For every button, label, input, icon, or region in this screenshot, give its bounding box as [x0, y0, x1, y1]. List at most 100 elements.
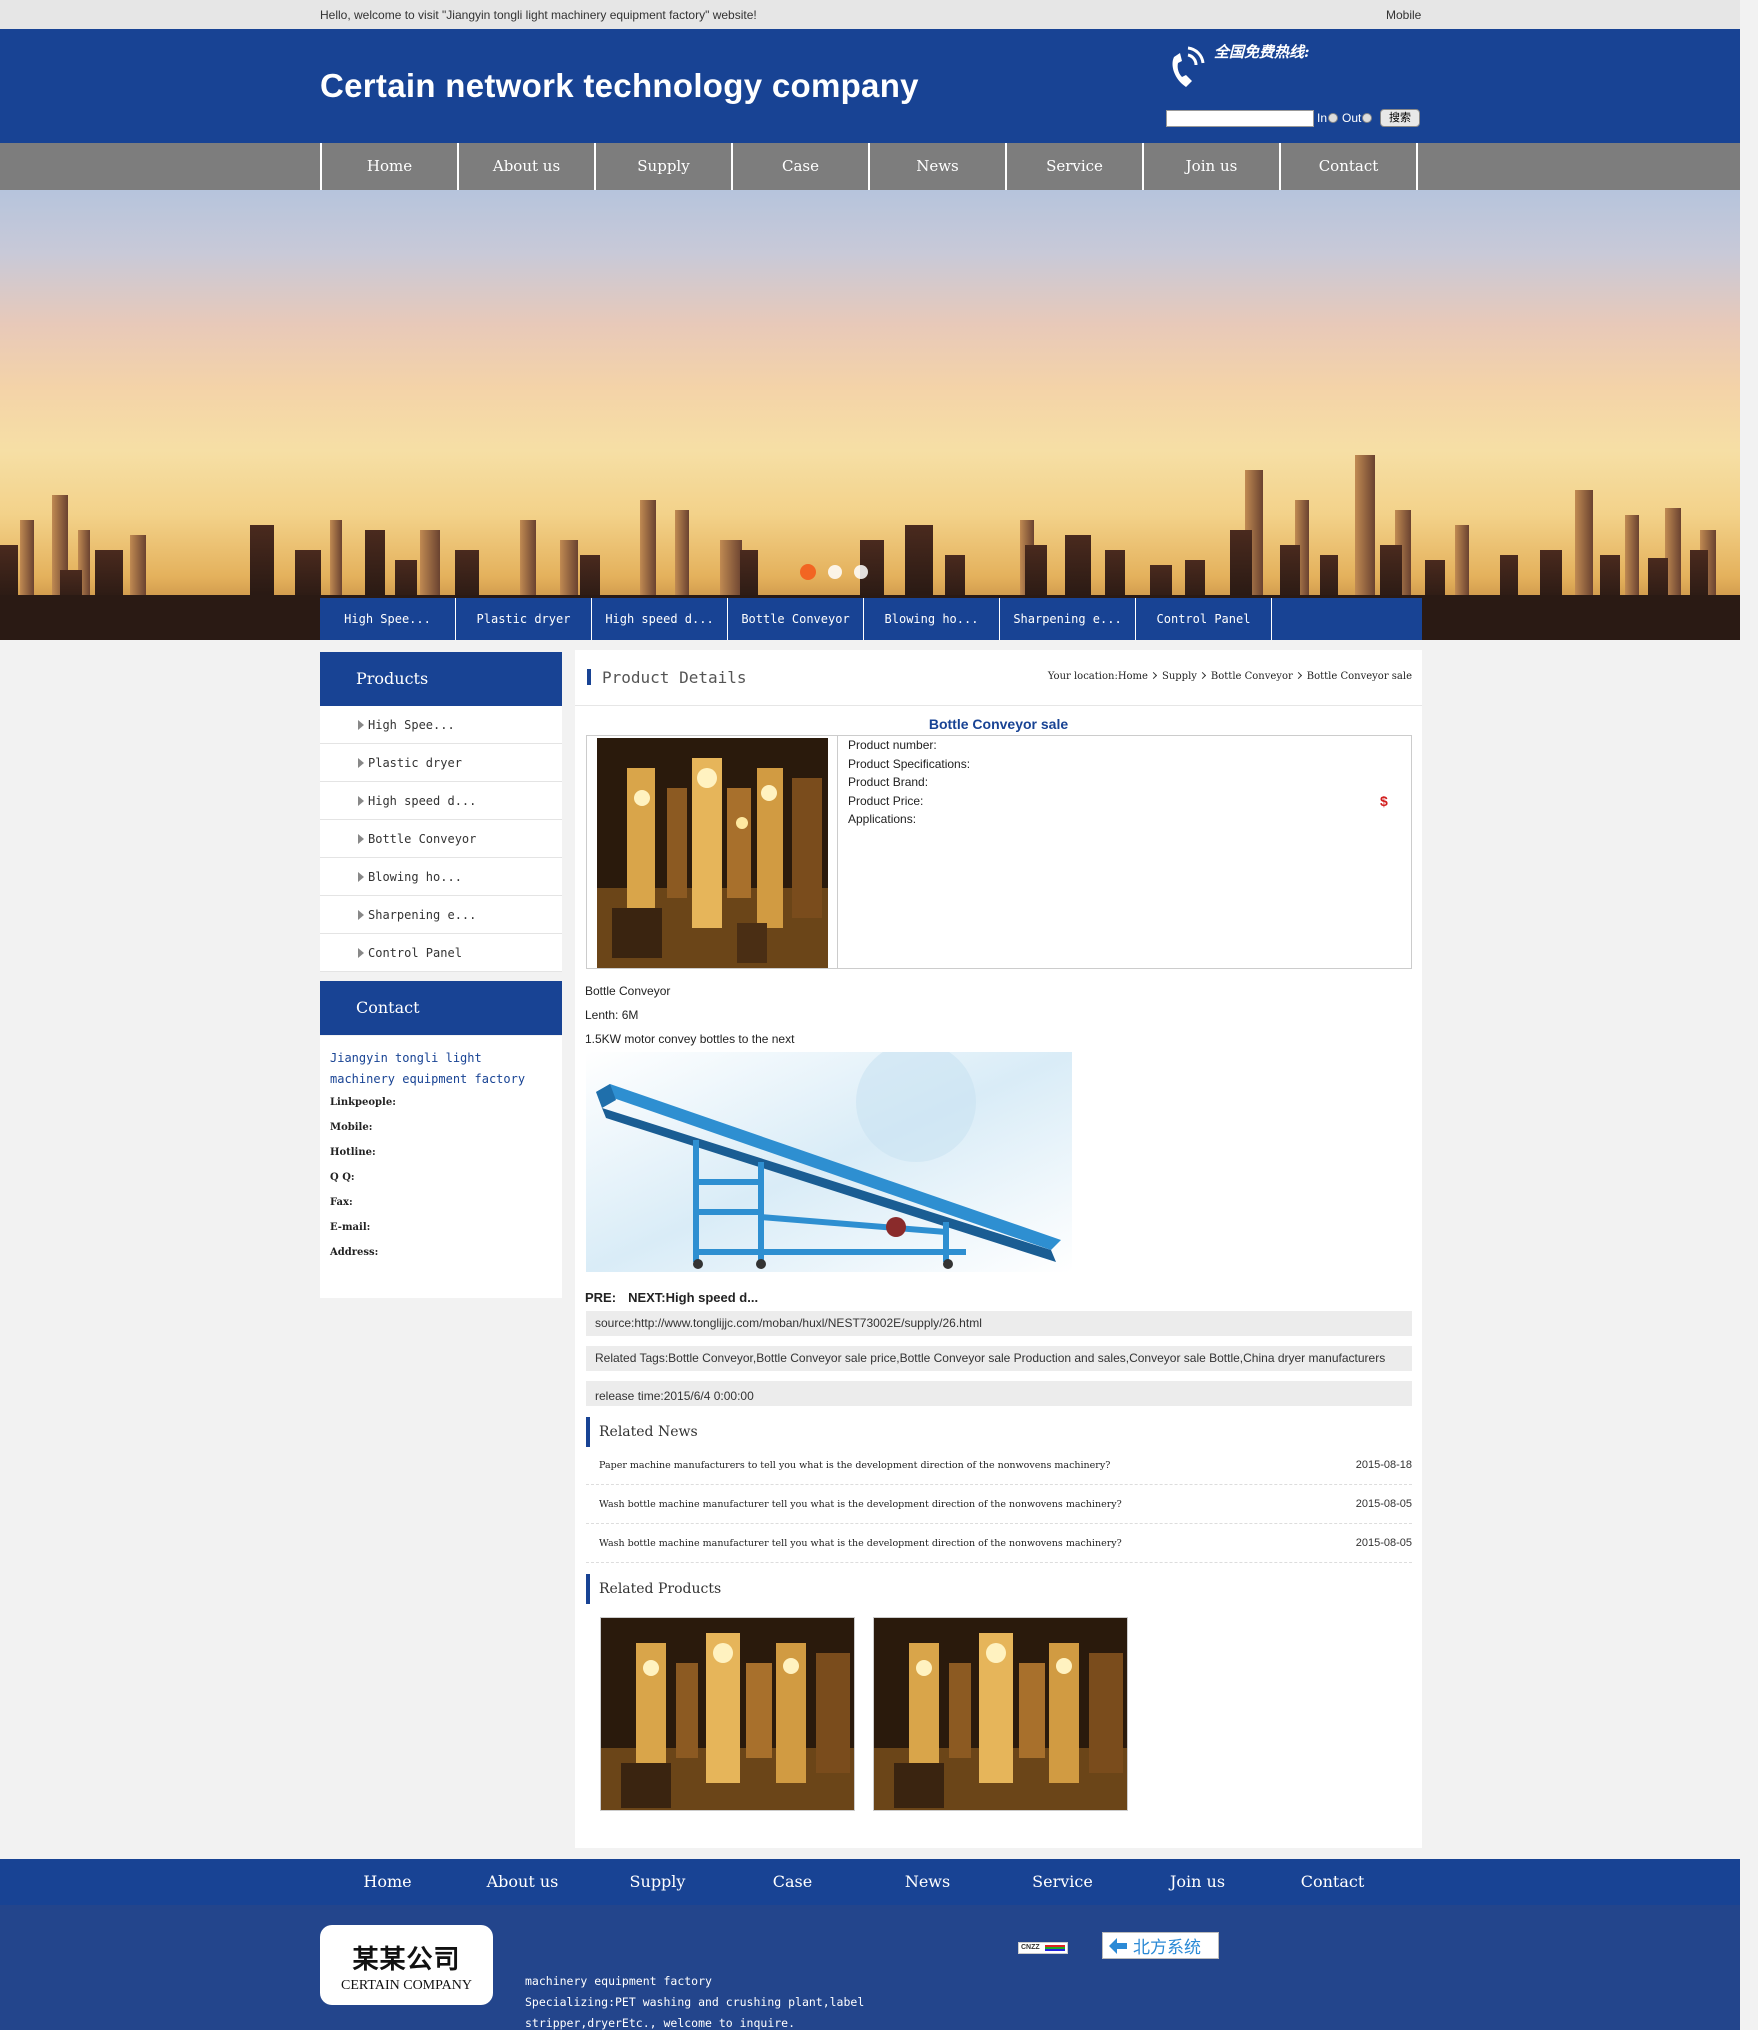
section-header: Product Details Your location:Home Supply…	[575, 650, 1422, 706]
footer-nav: Home About us Supply Case News Service J…	[0, 1859, 1740, 1905]
nav-service[interactable]: Service	[1007, 143, 1144, 190]
list-item[interactable]: Wash bottle machine manufacturer tell yo…	[586, 1485, 1412, 1524]
footer-nav-supply[interactable]: Supply	[590, 1859, 725, 1905]
related-product-image[interactable]	[873, 1617, 1128, 1811]
sidebar-item[interactable]: Plastic dryer	[320, 744, 562, 782]
slider-dot-2[interactable]	[828, 565, 842, 579]
main-nav: Home About us Supply Case News Service J…	[0, 143, 1740, 190]
chevron-right-icon	[1294, 671, 1302, 680]
contact-heading: Contact	[320, 981, 562, 1035]
category-tab[interactable]: High speed d...	[592, 598, 728, 640]
nav-supply[interactable]: Supply	[596, 143, 733, 190]
chevron-right-icon	[1149, 671, 1158, 680]
tags-bar: Related Tags:Bottle Conveyor,Bottle Conv…	[586, 1346, 1412, 1371]
page-title: Product Details	[602, 668, 747, 687]
news-title[interactable]: Wash bottle machine manufacturer tell yo…	[599, 1499, 1122, 1510]
site-logo-text[interactable]: Certain network technology company	[320, 67, 919, 105]
arrow-right-icon	[358, 948, 364, 958]
footer-nav-news[interactable]: News	[860, 1859, 995, 1905]
radio-out[interactable]	[1362, 113, 1373, 123]
arrow-logo-icon	[1109, 1937, 1127, 1954]
contact-hotline: Hotline:	[330, 1147, 376, 1158]
category-tab[interactable]: Blowing ho...	[864, 598, 1000, 640]
system-badge[interactable]: 北方系统	[1102, 1932, 1219, 1959]
radio-in[interactable]	[1328, 113, 1339, 123]
news-title[interactable]: Wash bottle machine manufacturer tell yo…	[599, 1538, 1122, 1549]
nav-home[interactable]: Home	[322, 143, 459, 190]
sidebar-item[interactable]: High speed d...	[320, 782, 562, 820]
top-bar: Hello, welcome to visit "Jiangyin tongli…	[0, 0, 1740, 29]
site-footer: 某某公司 CERTAIN COMPANY machinery equipment…	[0, 1905, 1740, 2030]
sidebar-item[interactable]: High Spee...	[320, 706, 562, 744]
footer-nav-case[interactable]: Case	[725, 1859, 860, 1905]
footer-line: machinery equipment factory	[525, 1974, 712, 1988]
description-line: 1.5KW motor convey bottles to the next	[585, 1032, 795, 1046]
news-date: 2015-08-05	[1355, 1498, 1412, 1510]
footer-nav-home[interactable]: Home	[320, 1859, 455, 1905]
contact-address: Address:	[330, 1247, 379, 1258]
slider-dot-1[interactable]	[800, 564, 816, 580]
news-title[interactable]: Paper machine manufacturers to tell you …	[599, 1460, 1110, 1471]
product-title: Bottle Conveyor sale	[928, 716, 1069, 732]
product-fields: Product number: Product Specifications: …	[848, 736, 970, 829]
arrow-right-icon	[358, 910, 364, 920]
divider	[837, 736, 838, 968]
sidebar-item[interactable]: Sharpening e...	[320, 896, 562, 934]
arrow-right-icon	[358, 720, 364, 730]
mobile-link[interactable]: Mobile	[1386, 8, 1421, 22]
contact-mobile: Mobile:	[330, 1122, 373, 1133]
category-bar: High Spee... Plastic dryer High speed d.…	[320, 598, 1422, 640]
category-tab[interactable]: Sharpening e...	[1000, 598, 1136, 640]
nav-news[interactable]: News	[870, 143, 1007, 190]
radio-out-label: Out	[1342, 111, 1362, 125]
description-line: Lenth: 6M	[585, 1008, 639, 1022]
arrow-right-icon	[358, 872, 364, 882]
product-applications-label: Applications:	[848, 812, 917, 826]
search-button[interactable]: 搜索	[1380, 109, 1420, 127]
nav-join[interactable]: Join us	[1144, 143, 1281, 190]
search-scope: In Out	[1317, 111, 1376, 125]
search-input[interactable]	[1166, 110, 1314, 127]
category-tab[interactable]: Plastic dryer	[456, 598, 592, 640]
footer-nav-contact[interactable]: Contact	[1265, 1859, 1400, 1905]
category-tab[interactable]: Control Panel	[1136, 598, 1272, 640]
category-tab[interactable]: High Spee...	[320, 598, 456, 640]
breadcrumb-item[interactable]: Supply	[1162, 671, 1197, 682]
breadcrumb-item[interactable]: Bottle Conveyor sale	[1307, 671, 1412, 682]
prev-link[interactable]: PRE:	[585, 1290, 616, 1305]
nav-case[interactable]: Case	[733, 143, 870, 190]
category-tab[interactable]: Bottle Conveyor	[728, 598, 864, 640]
footer-nav-about[interactable]: About us	[455, 1859, 590, 1905]
contact-fax: Fax:	[330, 1197, 353, 1208]
slider-dot-3[interactable]	[854, 565, 868, 579]
product-image[interactable]	[597, 738, 828, 968]
contact-company: Jiangyin tongli light machinery equipmen…	[330, 1051, 526, 1086]
sidebar-item[interactable]: Bottle Conveyor	[320, 820, 562, 858]
breadcrumb: Your location:Home Supply Bottle Conveyor B…	[1048, 671, 1412, 682]
related-product-image[interactable]	[600, 1617, 855, 1811]
nav-contact[interactable]: Contact	[1281, 143, 1418, 190]
product-brand-label: Product Brand:	[848, 775, 929, 789]
description-line: Bottle Conveyor	[585, 984, 671, 998]
product-spec-label: Product Specifications:	[848, 756, 971, 771]
next-link[interactable]: NEXT:High speed d...	[628, 1290, 758, 1305]
breadcrumb-item[interactable]: Bottle Conveyor	[1211, 671, 1293, 682]
slider-dots	[800, 564, 868, 580]
related-tags[interactable]: Related Tags:Bottle Conveyor,Bottle Conv…	[595, 1346, 1405, 1371]
phone-icon	[1172, 46, 1205, 87]
product-detail-panel: Product Details Your location:Home Supply…	[575, 650, 1422, 1848]
footer-nav-service[interactable]: Service	[995, 1859, 1130, 1905]
breadcrumb-item[interactable]: Home	[1118, 671, 1148, 682]
nav-about[interactable]: About us	[459, 143, 596, 190]
sidebar-item[interactable]: Blowing ho...	[320, 858, 562, 896]
footer-nav-join[interactable]: Join us	[1130, 1859, 1265, 1905]
list-item[interactable]: Wash bottle machine manufacturer tell yo…	[586, 1524, 1412, 1563]
footer-logo: 某某公司 CERTAIN COMPANY	[320, 1925, 493, 2005]
product-price-label: Product Price:	[848, 793, 924, 808]
stats-badge[interactable]: CNZZ	[1018, 1942, 1068, 1954]
footer-line: Specializing:PET washing and crushing pl…	[525, 1995, 865, 2009]
system-badge-label: 北方系统	[1133, 1938, 1201, 1958]
sidebar-item[interactable]: Control Panel	[320, 934, 562, 972]
release-time: release time:2015/6/4 0:00:00	[586, 1381, 1412, 1406]
list-item[interactable]: Paper machine manufacturers to tell you …	[586, 1446, 1412, 1485]
